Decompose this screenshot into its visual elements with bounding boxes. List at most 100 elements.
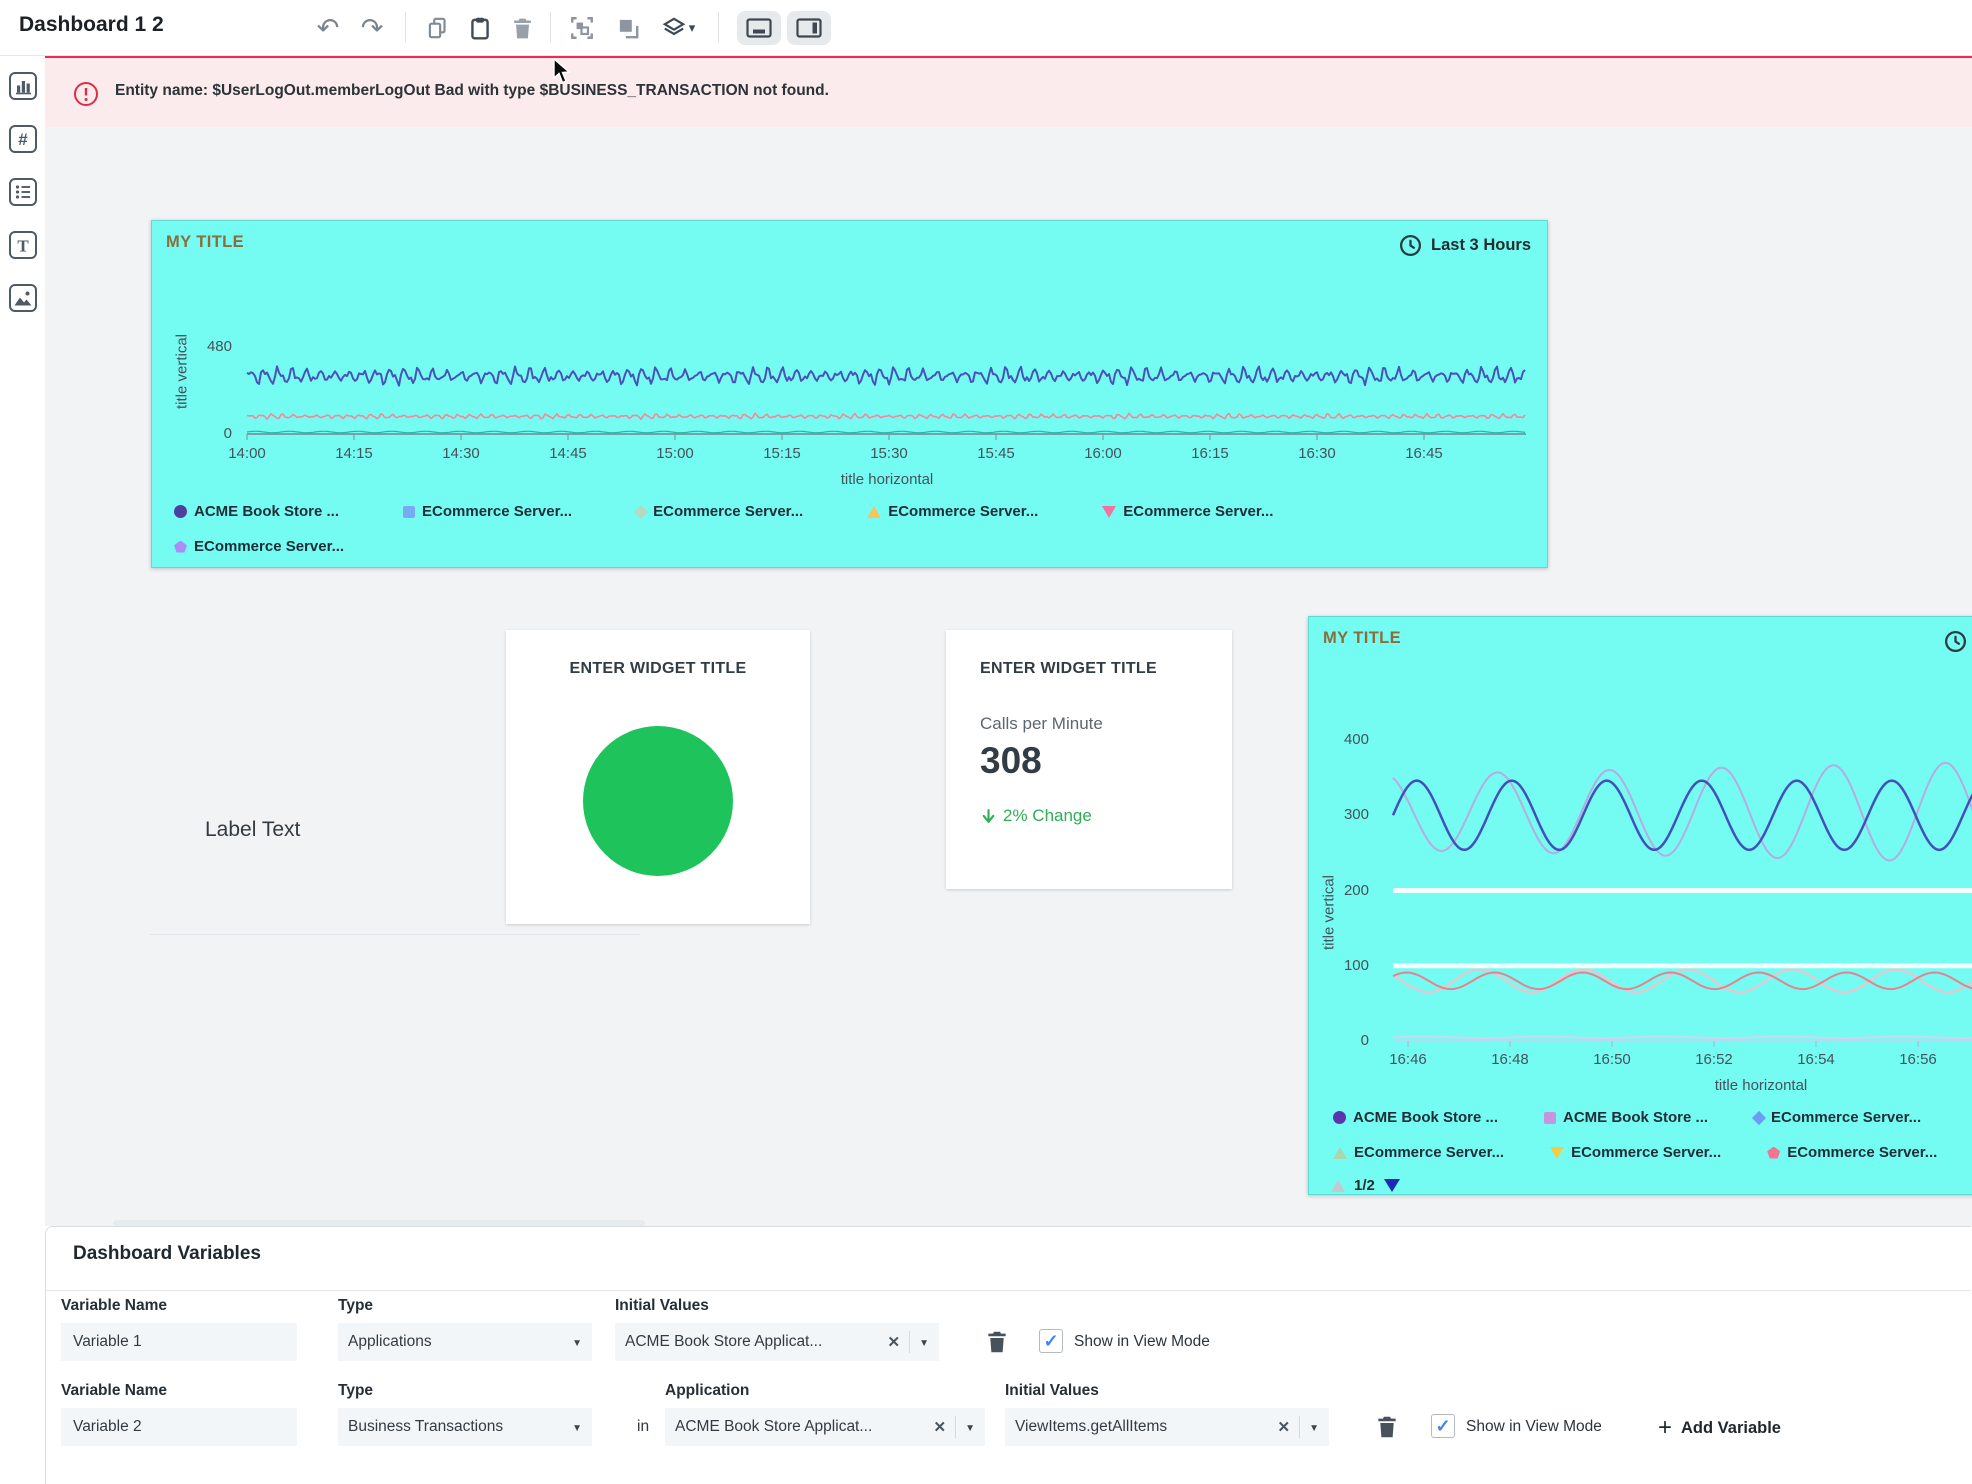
delete-icon[interactable] [502, 8, 542, 48]
initial-values-field[interactable]: ACME Book Store Applicat... [615, 1323, 939, 1361]
dashboard-variables-panel: Dashboard Variables Variable Name Type I… [45, 1226, 1971, 1484]
add-image-widget-icon[interactable] [8, 283, 38, 313]
y-tick-label: 300 [1313, 806, 1369, 823]
x-tick-label: 16:50 [1577, 1051, 1647, 1068]
legend-item[interactable]: ECommerce Server... [1754, 1109, 1921, 1126]
add-text-widget-icon[interactable]: T [8, 230, 38, 260]
circle-marker-icon [1333, 1111, 1346, 1124]
ungroup-icon[interactable] [608, 8, 648, 48]
series-line [1393, 973, 1972, 990]
legend-label: ECommerce Server... [1354, 1144, 1504, 1161]
initial-values-field[interactable]: ViewItems.getAllItems [1005, 1408, 1329, 1446]
legend-label: ACME Book Store ... [194, 503, 339, 520]
error-message: Entity name: $UserLogOut.memberLogOut Ba… [115, 82, 829, 100]
legend-item[interactable]: ECommerce Server... [1767, 1144, 1937, 1161]
health-widget[interactable]: ENTER WIDGET TITLE [506, 630, 810, 924]
type-label: Type [338, 1297, 373, 1315]
chart-legend-row: ECommerce Server... ECommerce Server... EC… [1333, 1144, 1937, 1161]
paste-icon[interactable] [460, 8, 500, 48]
add-chart-widget-icon[interactable] [8, 71, 38, 101]
arrow-down-icon [980, 808, 997, 825]
application-field[interactable]: ACME Book Store Applicat... [665, 1408, 985, 1446]
legend-item[interactable]: ECommerce Server... [636, 503, 803, 520]
legend-next-button[interactable] [1384, 1179, 1400, 1192]
x-tick-label: 16:54 [1781, 1051, 1851, 1068]
x-tick-label: 15:15 [747, 445, 817, 462]
toggle-bottom-panel-button[interactable] [734, 8, 784, 48]
x-tick-label: 16:00 [1068, 445, 1138, 462]
initial-value-chip: ACME Book Store Applicat... [625, 1333, 888, 1351]
undo-icon[interactable] [308, 8, 348, 48]
metric-widget[interactable]: ENTER WIDGET TITLE Calls per Minute 308 … [946, 630, 1232, 889]
delete-variable-icon[interactable] [984, 1329, 1010, 1355]
variable-name-input[interactable] [61, 1408, 297, 1446]
chevron-down-icon[interactable] [1309, 1418, 1319, 1436]
show-in-view-mode-checkbox[interactable] [1039, 1329, 1063, 1353]
y-tick-label: 0 [1313, 1032, 1369, 1049]
label-widget[interactable]: Label Text [205, 818, 300, 842]
series-line [1393, 763, 1972, 863]
legend-item[interactable]: ECommerce Server... [174, 538, 344, 555]
legend-item[interactable]: ACME Book Store ... [1544, 1109, 1708, 1126]
redo-icon[interactable] [352, 8, 392, 48]
panel-divider [46, 1290, 1971, 1291]
error-banner: Entity name: $UserLogOut.memberLogOut Ba… [45, 55, 1972, 127]
panel-heading: Dashboard Variables [73, 1243, 261, 1265]
triangle-up-marker-icon [1333, 1147, 1347, 1159]
metric-change: 2% Change [980, 806, 1092, 826]
legend-item[interactable]: ECommerce Server... [1550, 1144, 1721, 1161]
delete-variable-icon[interactable] [1374, 1414, 1400, 1440]
chevron-down-icon[interactable] [919, 1333, 929, 1351]
timeseries-widget-right[interactable]: MY TITLE 1/2 16:4616:4816:5016:5216:5416… [1308, 616, 1972, 1195]
legend-item[interactable]: ECommerce Server... [403, 503, 572, 520]
legend-item[interactable]: ECommerce Server... [867, 503, 1038, 520]
legend-label: ECommerce Server... [1571, 1144, 1721, 1161]
legend-pagination: 1/2 [1331, 1177, 1400, 1194]
metric-change-label: 2% Change [1003, 806, 1092, 826]
x-axis-label: title horizontal [1681, 1077, 1841, 1094]
clear-value-icon[interactable] [934, 1418, 947, 1437]
clear-value-icon[interactable] [888, 1333, 901, 1352]
variable-name-input[interactable] [61, 1323, 297, 1361]
clear-value-icon[interactable] [1278, 1418, 1291, 1437]
copy-icon[interactable] [418, 8, 458, 48]
toggle-right-panel-button[interactable] [784, 8, 834, 48]
add-list-widget-icon[interactable] [8, 177, 38, 207]
toolbar-divider [550, 12, 551, 42]
variable-type-select[interactable]: Business Transactions [338, 1408, 592, 1446]
show-in-view-mode-checkbox[interactable] [1431, 1414, 1455, 1438]
legend-prev-button[interactable] [1331, 1180, 1345, 1192]
x-tick-label: 16:46 [1373, 1051, 1443, 1068]
chevron-down-icon[interactable] [965, 1418, 975, 1436]
x-tick-label: 15:30 [854, 445, 924, 462]
legend-item[interactable]: ACME Book Store ... [174, 503, 339, 520]
variable-name-label: Variable Name [61, 1382, 167, 1400]
legend-label: ECommerce Server... [1123, 503, 1273, 520]
x-tick-label: 16:56 [1883, 1051, 1953, 1068]
diamond-marker-icon [1752, 1110, 1766, 1124]
add-variable-label: Add Variable [1681, 1419, 1781, 1438]
metric-name: Calls per Minute [980, 714, 1103, 734]
legend-label: ECommerce Server... [1787, 1144, 1937, 1161]
layers-dropdown-caret-icon[interactable]: ▾ [689, 20, 696, 36]
variable-type-select[interactable]: Applications [338, 1323, 592, 1361]
circle-marker-icon [174, 505, 187, 518]
legend-item[interactable]: ECommerce Server... [1333, 1144, 1504, 1161]
top-toolbar: Dashboard 1 2 ▾ [0, 0, 1972, 56]
add-variable-button[interactable]: Add Variable [1658, 1414, 1781, 1442]
widget-palette-sidebar: # T [0, 55, 45, 1484]
widget-title: ENTER WIDGET TITLE [506, 660, 810, 678]
layers-icon[interactable]: ▾ [652, 8, 704, 48]
initial-values-label: Initial Values [1005, 1382, 1099, 1400]
series-line [247, 366, 1525, 385]
diamond-marker-icon [634, 504, 648, 518]
timeseries-widget-top[interactable]: MY TITLE Last 3 Hours 14:0014:1514:3014:… [151, 220, 1548, 568]
add-number-widget-icon[interactable]: # [8, 124, 38, 154]
legend-item[interactable]: ACME Book Store ... [1333, 1109, 1498, 1126]
group-icon[interactable] [562, 8, 602, 48]
x-tick-label: 16:30 [1282, 445, 1352, 462]
pentagon-marker-icon [1767, 1147, 1780, 1159]
x-tick-label: 16:48 [1475, 1051, 1545, 1068]
legend-item[interactable]: ECommerce Server... [1102, 503, 1273, 520]
field-divider [909, 1331, 910, 1353]
